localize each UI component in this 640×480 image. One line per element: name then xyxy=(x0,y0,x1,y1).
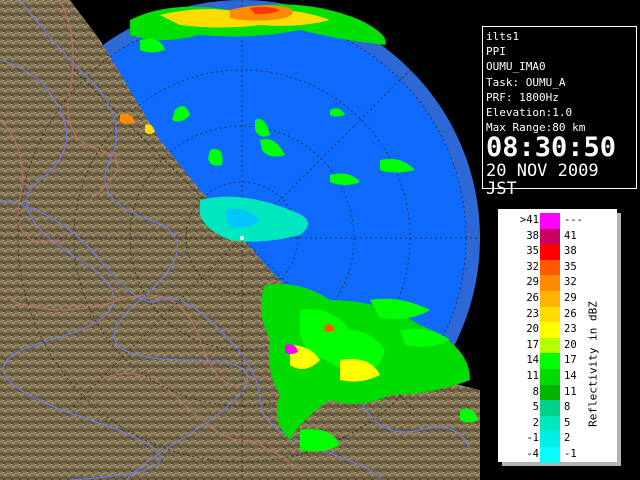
legend-swatch xyxy=(540,213,560,229)
legend-low-value: 8 xyxy=(532,385,539,398)
site-name: OUMU_IMA0 xyxy=(486,60,546,74)
legend-high-value: 26 xyxy=(564,307,577,320)
legend-row: 38 41 xyxy=(498,228,617,245)
radar-site-marker xyxy=(240,236,244,240)
legend-high-value: 41 xyxy=(564,229,577,242)
color-legend: >41 --- 38 41 35 38 32 35 29 32 26 29 23 26 20 23 17 20 14… xyxy=(498,209,617,463)
legend-swatch xyxy=(540,353,560,369)
legend-high-value: 20 xyxy=(564,338,577,351)
legend-swatch xyxy=(540,400,560,416)
legend-low-value: 20 xyxy=(526,323,539,336)
legend-low-value: 17 xyxy=(526,338,539,351)
legend-row: >41 --- xyxy=(498,213,617,229)
legend-low-value: 32 xyxy=(526,260,539,273)
legend-swatch xyxy=(540,322,560,338)
legend-low-value: 2 xyxy=(532,416,539,429)
station-name: ilts1 xyxy=(486,30,520,43)
legend-row: 35 38 xyxy=(498,244,617,260)
legend-swatch xyxy=(540,447,560,463)
legend-swatch xyxy=(540,369,560,385)
scan-time: 08:30:50 xyxy=(486,132,617,164)
legend-high-value: 32 xyxy=(564,276,577,289)
legend-swatch xyxy=(540,306,560,323)
legend-swatch xyxy=(540,275,560,291)
legend-high-value: -1 xyxy=(564,448,577,460)
legend-swatch xyxy=(540,228,560,245)
legend-low-value: 26 xyxy=(526,292,539,304)
legend-high-value: 23 xyxy=(564,323,577,336)
legend-high-value: 38 xyxy=(564,245,577,258)
legend-high-value: 29 xyxy=(564,292,577,304)
elevation-value: Elevation:1.0 xyxy=(486,106,573,120)
legend-swatch xyxy=(540,244,560,260)
legend-low-value: -1 xyxy=(526,432,539,445)
legend-low-value: 23 xyxy=(526,307,539,320)
legend-swatch xyxy=(540,415,560,432)
legend-low-value: >41 xyxy=(520,214,539,226)
task-name: Task: OUMU_A xyxy=(486,75,566,89)
legend-low-value: 11 xyxy=(526,370,539,382)
legend-high-value: 35 xyxy=(564,260,577,273)
prf-value: PRF: 1800Hz xyxy=(486,90,559,104)
legend-low-value: 29 xyxy=(526,276,539,289)
info-panel: ilts1 PPI OUMU_IMA0 Task: OUMU_A PRF: 18… xyxy=(482,26,637,198)
side-panel: ilts1 PPI OUMU_IMA0 Task: OUMU_A PRF: 18… xyxy=(480,0,640,480)
legend-low-value: -4 xyxy=(526,448,539,460)
legend-high-value: 14 xyxy=(564,370,577,382)
legend-unit: Reflectivity in dBZ xyxy=(586,301,600,427)
legend-high-value: 17 xyxy=(564,354,577,367)
legend-swatch xyxy=(540,337,560,354)
legend-low-value: 14 xyxy=(526,354,539,367)
legend-low-value: 5 xyxy=(532,401,539,414)
legend-high-value: 2 xyxy=(564,432,571,445)
legend-low-value: 35 xyxy=(526,245,539,258)
legend-high-value: --- xyxy=(564,214,583,226)
legend-swatch xyxy=(540,384,560,401)
radar-map[interactable] xyxy=(0,0,480,480)
legend-high-value: 11 xyxy=(564,385,577,398)
product-type: PPI xyxy=(486,45,506,59)
legend-swatch xyxy=(540,291,560,307)
legend-high-value: 5 xyxy=(564,416,571,429)
legend-swatch xyxy=(540,431,560,447)
scan-date: 20 NOV 2009 JST xyxy=(486,161,599,200)
legend-high-value: 8 xyxy=(564,401,571,414)
legend-swatch xyxy=(540,259,560,276)
legend-low-value: 38 xyxy=(526,229,539,242)
